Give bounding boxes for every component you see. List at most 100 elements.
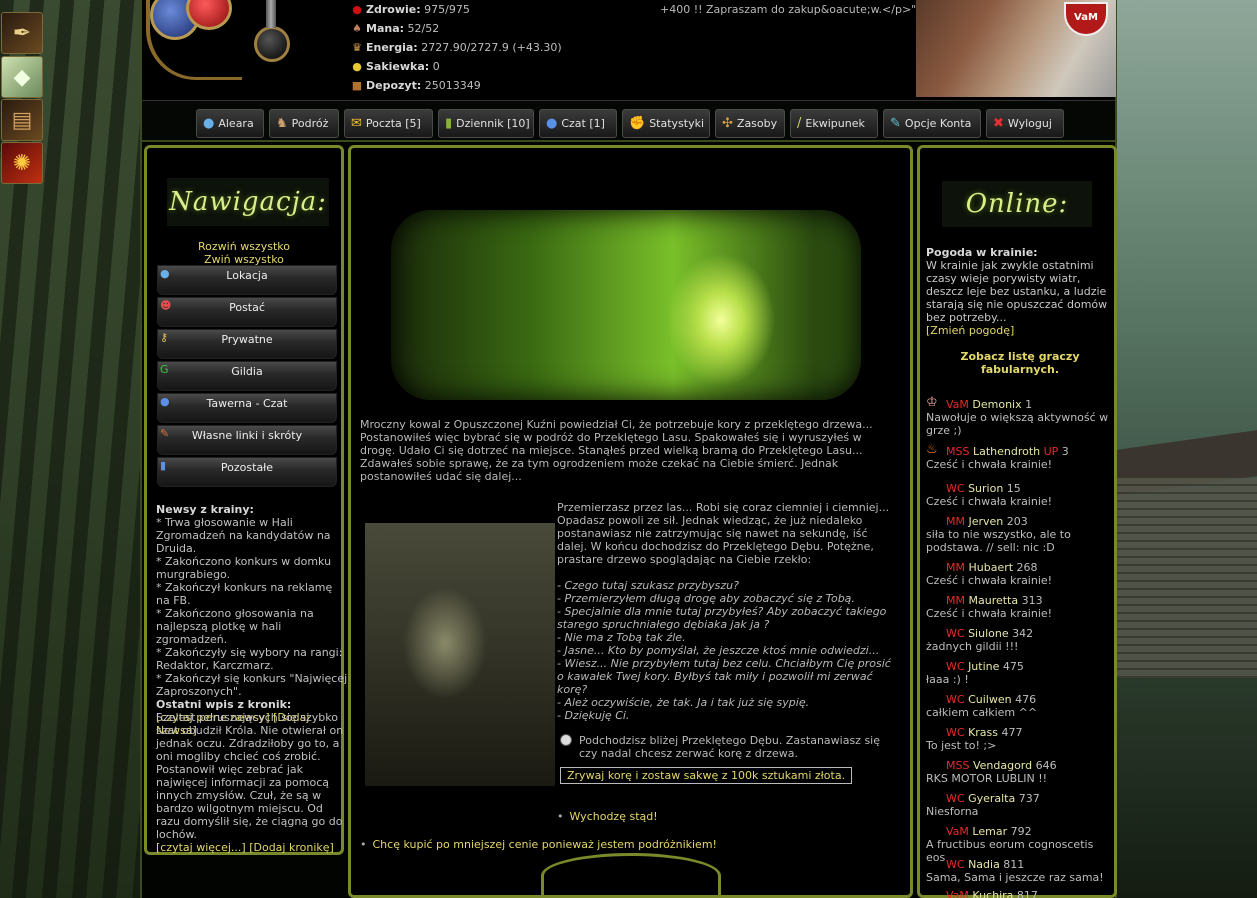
online-player: ♨ MSS Lathendroth UP 3 Cześć i chwała krai…	[926, 443, 1116, 471]
change-weather-link[interactable]: [Zmień pogodę]	[926, 324, 1112, 337]
resources-icon: ✣	[722, 116, 733, 131]
guild-badge: VaM	[1064, 2, 1108, 36]
player-rank: MM	[946, 594, 969, 607]
player-status: całkiem całkiem ^^	[926, 706, 1038, 719]
player-name[interactable]: Siulone	[968, 627, 1009, 640]
player-status: Niesforna	[926, 805, 979, 818]
player-name[interactable]: Krass	[968, 726, 998, 739]
player-name[interactable]: Nadia	[968, 858, 1000, 871]
player-rank: WC	[946, 693, 969, 706]
buy-cheaper-link[interactable]: Chcę kupić po mniejszej cenie ponieważ j…	[373, 838, 717, 851]
menu-tawerna[interactable]: ● Tawerna - Czat	[157, 393, 337, 423]
dialog-line: - Jasne... Kto by pomyślał, że jeszcze k…	[557, 644, 880, 657]
nav-ekwipunek[interactable]: / Ekwipunek	[790, 109, 878, 138]
stat-energy: ♛ Energia: 2727.90/2727.9 (+43.30)	[350, 41, 562, 54]
player-status: siła to nie wszystko, ale to podstawa. /…	[926, 528, 1071, 554]
player-name[interactable]: Hubaert	[968, 561, 1013, 574]
menu-pozostale[interactable]: ▮ Pozostałe	[157, 457, 337, 487]
news-item: * Zakończono konkurs w domku murgrabiego…	[156, 555, 332, 581]
key-icon: ⚷	[160, 331, 169, 344]
black-orb	[254, 26, 290, 62]
player-name[interactable]: Vendagord	[973, 759, 1032, 772]
player-name[interactable]: Lathendroth	[973, 445, 1040, 458]
player-name[interactable]: Mauretta	[968, 594, 1018, 607]
online-player: WC Siulone 342 żadnych gildii !!!	[926, 627, 1116, 653]
player-name[interactable]: Kuchira	[972, 889, 1013, 898]
menu-lokacja[interactable]: ● Lokacja	[157, 265, 337, 295]
player-name[interactable]: Jutine	[968, 660, 999, 673]
nav-wyloguj[interactable]: ✖ Wyloguj	[986, 109, 1064, 138]
quick-slot-crystal[interactable]: ◆	[1, 56, 43, 98]
chronicle-section: Ostatni wpis z kronik: Szelest poruszają…	[156, 698, 348, 854]
bench-icon: ▤	[11, 107, 33, 133]
quick-slot-fire[interactable]: ✺	[1, 142, 43, 184]
player-rank: VaM	[946, 889, 973, 898]
rip-bark-button[interactable]: Zrywaj korę i zostaw sakwę z 100k sztuka…	[560, 767, 853, 784]
news-item: * Zakończył konkurs na reklamę na FB.	[156, 581, 333, 607]
online-player: WC Cuilwen 476 całkiem całkiem ^^	[926, 693, 1116, 719]
horse-icon: ♞	[276, 116, 288, 131]
stat-mana: ♠ Mana: 52/52	[350, 22, 439, 35]
bullet-icon: •	[360, 838, 367, 851]
nav-czat[interactable]: ● Czat [1]	[539, 109, 617, 138]
rp-players-link[interactable]: Zobacz listę graczy fabularnych.	[950, 350, 1090, 376]
nav-zasoby[interactable]: ✣ Zasoby	[715, 109, 785, 138]
player-name[interactable]: Cuilwen	[968, 693, 1012, 706]
online-title: Online:	[942, 181, 1092, 227]
player-rank: MM	[946, 561, 969, 574]
quick-slot-quill[interactable]: ✒	[1, 12, 43, 54]
online-player: WC Jutine 475 łaaa :) !	[926, 660, 1116, 686]
choice-radio[interactable]	[560, 734, 572, 746]
wrench-icon: ✎	[890, 116, 901, 131]
nav-podroz[interactable]: ♞ Podróż	[269, 109, 339, 138]
chest-icon: ■	[351, 79, 363, 92]
player-level: 475	[999, 660, 1024, 673]
player-status: Sama, Sama i jeszcze raz sama!	[926, 871, 1104, 884]
online-player: VaM Kuchira 817	[926, 889, 1116, 898]
read-more-link[interactable]: [czytaj więcej...]	[156, 841, 246, 854]
player-level: 268	[1013, 561, 1038, 574]
player-level: 342	[1008, 627, 1034, 640]
player-level: 476	[1011, 693, 1037, 706]
player-name[interactable]: Gyeralta	[968, 792, 1015, 805]
menu-postac[interactable]: ☻ Postać	[157, 297, 337, 327]
menu-gildia[interactable]: G Gildia	[157, 361, 337, 391]
player-rank: WC	[946, 660, 969, 673]
expand-all-link[interactable]: Rozwiń wszystko	[147, 240, 341, 253]
nav-poczta[interactable]: ✉ Poczta [5]	[344, 109, 433, 138]
player-name[interactable]: Jerven	[968, 515, 1003, 528]
menu-prywatne[interactable]: ⚷ Prywatne	[157, 329, 337, 359]
player-name[interactable]: Lemar	[972, 825, 1007, 838]
weather-section: Pogoda w krainie: W krainie jak zwykle o…	[926, 246, 1112, 337]
top-navbar: ● Aleara ♞ Podróż ✉ Poczta [5] ▮ Dziennik [1…	[142, 100, 1115, 142]
blood-drop-icon: ●	[352, 3, 362, 16]
weather-title: Pogoda w krainie:	[926, 246, 1038, 259]
player-status: Cześć i chwała krainie!	[926, 495, 1053, 508]
quick-slot-bench[interactable]: ▤	[1, 99, 43, 141]
player-name[interactable]: Demonix	[972, 398, 1021, 411]
energy-icon: ♛	[352, 41, 362, 54]
online-player: WC Gyeralta 737 Niesforna	[926, 792, 1116, 818]
player-status: żadnych gildii !!!	[926, 640, 1019, 653]
player-level: 1	[1021, 398, 1033, 411]
nav-aleara[interactable]: ● Aleara	[196, 109, 264, 138]
add-chronicle-link[interactable]: [Dodaj kronikę]	[249, 841, 334, 854]
weather-text: W krainie jak zwykle ostatnimi czasy wie…	[926, 259, 1108, 324]
journal-icon: ▮	[445, 116, 453, 131]
nav-opcje-konta[interactable]: ✎ Opcje Konta	[883, 109, 981, 138]
character-portrait: VaM	[916, 0, 1116, 97]
guild-icon: G	[160, 363, 169, 376]
logout-icon: ✖	[993, 116, 1004, 131]
player-level: 646	[1032, 759, 1057, 772]
exit-link[interactable]: Wychodzę stąd!	[570, 810, 658, 823]
menu-wlasne-linki[interactable]: ✎ Własne linki i skróty	[157, 425, 337, 455]
nav-statystyki[interactable]: ✊ Statystyki	[622, 109, 710, 138]
globe-icon: ●	[160, 267, 170, 280]
player-status: Nawołuje o większą aktywność w grze ;)	[926, 411, 1109, 437]
player-name[interactable]: Surion	[968, 482, 1003, 495]
online-player: ♔ VaM Demonix 1 Nawołuje o większą aktywno…	[926, 396, 1116, 437]
book-icon: ▮	[160, 459, 167, 472]
nav-dziennik[interactable]: ▮ Dziennik [10]	[438, 109, 534, 138]
stat-deposit: ■ Depozyt: 25013349	[351, 79, 481, 92]
background-house	[1117, 478, 1257, 678]
